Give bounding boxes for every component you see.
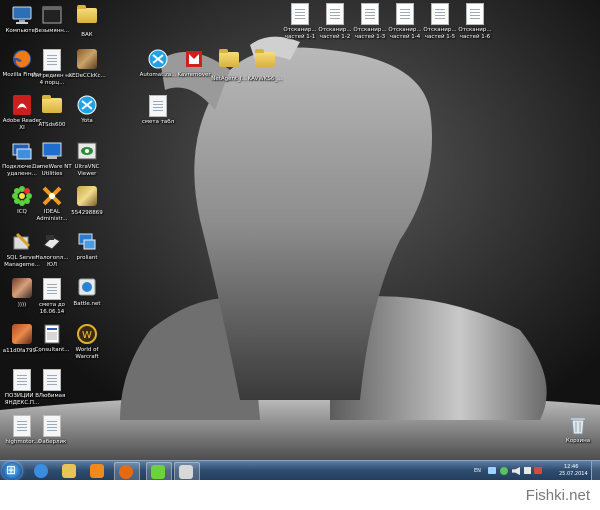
show-desktop-button[interactable] <box>591 461 600 480</box>
scanned-document-icon <box>359 3 381 25</box>
dameware-icon <box>41 140 63 162</box>
document-icon <box>41 49 63 71</box>
desktop-icon-label: 554298869 <box>71 210 103 216</box>
desktop-icon-label: Любимая <box>38 393 66 399</box>
desktop-icon-label: XEDeCCkKc... <box>68 73 106 79</box>
nalogoplatelshik-icon <box>41 231 63 253</box>
scanned-document-icon <box>324 3 346 25</box>
folder-icon <box>218 49 240 74</box>
taskbar-firefox-button[interactable] <box>114 462 140 480</box>
recycle-bin-label: Корзина <box>565 438 591 444</box>
desktop-icon-left-11[interactable]: UltraVNC Viewer <box>65 140 109 177</box>
desktop-icon-label: ВАК <box>81 32 93 38</box>
taskbar-ie-button[interactable] <box>30 462 54 480</box>
brand-watermark: Fishki.net <box>525 487 590 504</box>
desktop-icon-left-14[interactable]: 554298869 <box>65 185 109 217</box>
flag-icon[interactable] <box>524 467 531 474</box>
scanned-document-icon <box>394 3 416 25</box>
desktop-icon-label: UltraVNC Viewer <box>74 164 100 177</box>
document-icon <box>41 369 63 391</box>
ie-icon <box>34 464 48 478</box>
desktop-icon-label: Yota <box>81 118 93 124</box>
desktop-icon-label: World of Warcraft <box>75 347 99 360</box>
start-button[interactable] <box>2 462 22 480</box>
battle-net-icon <box>76 277 98 299</box>
desktop-icon-label: смета табл <box>141 119 175 125</box>
document-icon <box>41 278 63 300</box>
ultravnc-icon <box>76 140 98 162</box>
yota-icon <box>76 94 98 116</box>
recycle-bin-icon-tile[interactable]: Корзина <box>556 414 600 445</box>
photo-icon <box>76 186 98 208</box>
document-icon <box>41 415 63 437</box>
ideal-admin-icon <box>41 185 63 207</box>
kavremover-icon <box>183 48 205 70</box>
scanned-document-icon <box>429 3 451 25</box>
taskbar-media-player-button[interactable] <box>86 462 110 480</box>
clock-time[interactable]: 12:46 <box>564 464 578 470</box>
taskbar-document-button[interactable] <box>174 462 200 480</box>
document-icon <box>179 465 193 479</box>
taskbar-icq-button[interactable] <box>146 462 172 480</box>
taskbar: EN 12:46 25.07.2014 <box>0 460 600 480</box>
desktop-icon-mid-3[interactable]: KAVWKS6_... <box>243 48 287 83</box>
desktop: Компьютер Безымянн... ВАК Mozilla Firefox Ин… <box>0 0 600 480</box>
document-icon <box>147 95 169 117</box>
folder-icon <box>76 5 98 30</box>
firefox-icon <box>119 465 133 479</box>
desktop-icon-label: Battle.net <box>73 301 101 307</box>
desktop-icon-left-5[interactable]: XEDeCCkKc... <box>65 48 109 80</box>
tray-indicator-icon[interactable] <box>534 467 542 474</box>
svg-text:W: W <box>82 330 92 341</box>
volume-icon[interactable] <box>512 467 520 475</box>
desktop-icon-left-27[interactable]: Фаберлик <box>30 414 74 446</box>
media-player-icon <box>90 464 104 478</box>
folder-icon <box>254 49 276 74</box>
watermark-footer: Fishki.net <box>0 480 600 510</box>
desktop-icon-label: Отсканир... частей 1-6 <box>458 27 492 40</box>
system-tray: EN 12:46 25.07.2014 <box>424 461 600 480</box>
yota-icon <box>147 48 169 70</box>
desktop-icon-label: Фаберлик <box>37 439 67 445</box>
proliant-icon <box>76 231 98 253</box>
photo-icon <box>76 49 98 71</box>
icq-icon <box>151 465 165 479</box>
desktop-icon-left-25[interactable]: Любимая <box>30 368 74 400</box>
clock-date[interactable]: 25.07.2014 <box>559 471 588 477</box>
folder-icon <box>41 95 63 120</box>
desktop-icon-mid-4[interactable]: смета табл <box>136 94 180 126</box>
scanned-document-icon <box>289 3 311 25</box>
desktop-icon-label: KAVWKS6_... <box>247 76 283 82</box>
consultant-icon <box>41 323 63 345</box>
scanned-document-icon <box>464 3 486 25</box>
desktop-icon-label: proliant <box>76 255 98 261</box>
desktop-icon-left-2[interactable]: ВАК <box>65 4 109 39</box>
language-indicator[interactable]: EN <box>474 468 481 474</box>
trash-icon <box>567 414 589 436</box>
world-of-warcraft-icon: W <box>76 323 98 345</box>
desktop-icon-left-8[interactable]: Yota <box>65 94 109 125</box>
explorer-icon <box>62 464 76 478</box>
desktop-icon-scan-5[interactable]: Отсканир... частей 1-6 <box>453 2 497 40</box>
network-icon[interactable] <box>488 467 496 474</box>
desktop-icon-left-23[interactable]: W World of Warcraft <box>65 323 109 360</box>
tray-app-icon[interactable] <box>500 467 508 475</box>
desktop-icon-left-17[interactable]: proliant <box>65 231 109 262</box>
desktop-icon-left-20[interactable]: Battle.net <box>65 277 109 308</box>
taskbar-explorer-button[interactable] <box>58 462 82 480</box>
window-icon <box>41 4 63 26</box>
